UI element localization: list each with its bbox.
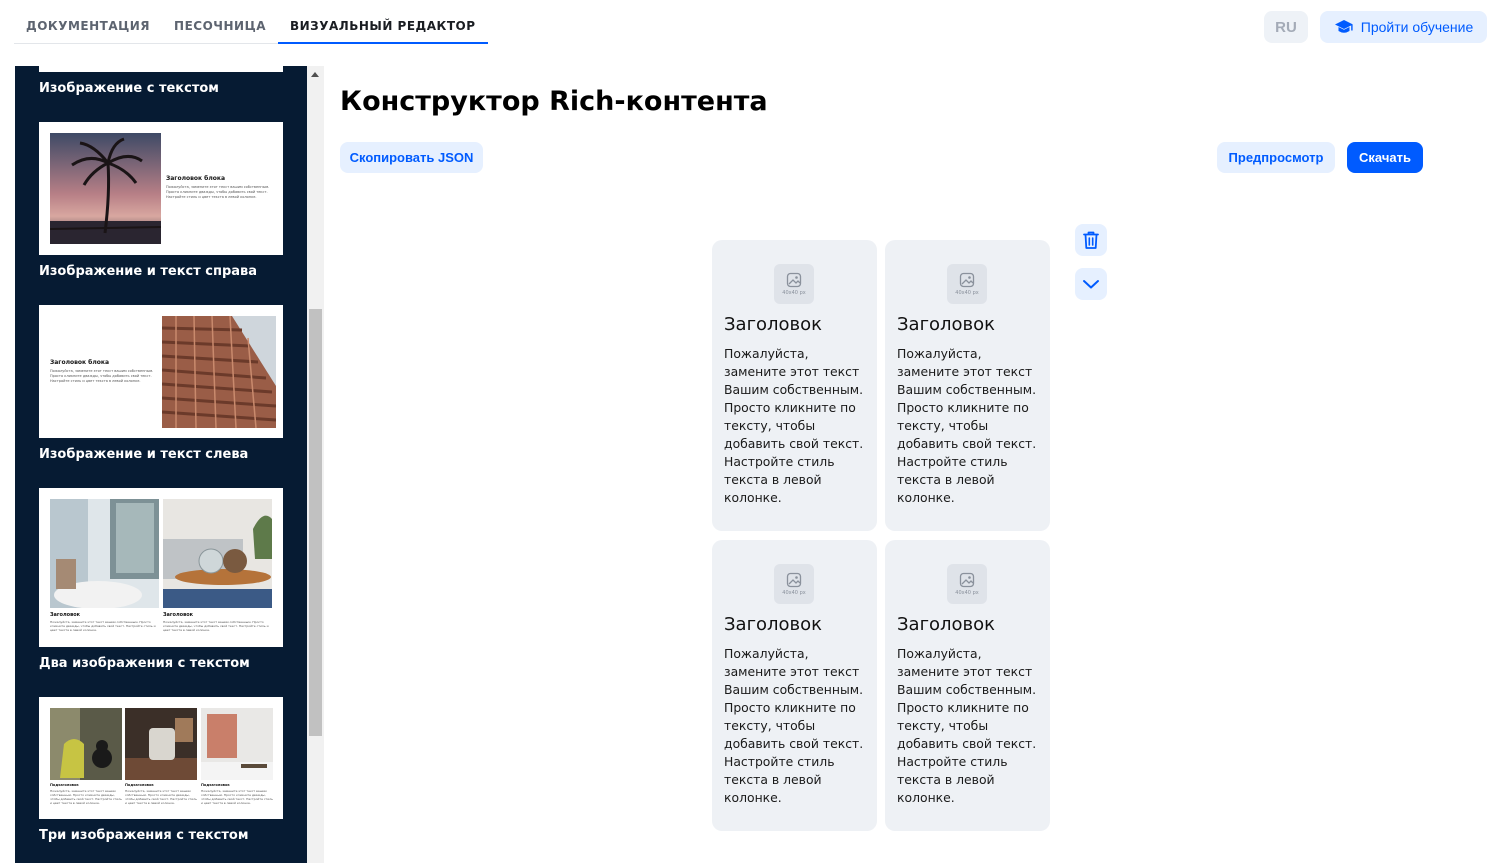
learn-button-label: Пройти обучение bbox=[1360, 19, 1474, 35]
tab-visual-editor[interactable]: ВИЗУАЛЬНЫЙ РЕДАКТОР bbox=[277, 0, 488, 44]
image-icon bbox=[959, 572, 975, 588]
image-placeholder[interactable]: 40x40 px bbox=[947, 264, 987, 304]
copy-json-button[interactable]: Скопировать JSON bbox=[340, 142, 483, 173]
content-card[interactable]: 40x40 px Заголовок Пожалуйста, замените … bbox=[885, 240, 1050, 531]
image-size-caption: 40x40 px bbox=[955, 590, 979, 596]
template-label[interactable]: Изображение с текстом bbox=[39, 81, 219, 96]
image-size-caption: 40x40 px bbox=[782, 590, 806, 596]
card-heading[interactable]: Заголовок bbox=[897, 614, 995, 635]
download-button[interactable]: Скачать bbox=[1347, 142, 1423, 173]
mini-item-text: Пожалуйста, замените этот текст вашим со… bbox=[125, 789, 197, 805]
living-room-image bbox=[163, 499, 272, 608]
trash-icon bbox=[1083, 231, 1099, 249]
learn-button[interactable]: Пройти обучение bbox=[1320, 11, 1487, 43]
template-thumb-three-images[interactable]: Подзаголовок Пожалуйста, замените этот т… bbox=[39, 697, 283, 819]
delete-block-button[interactable] bbox=[1075, 224, 1107, 256]
nav-tabs: ДОКУМЕНТАЦИЯ ПЕСОЧНИЦА ВИЗУАЛЬНЫЙ РЕДАКТ… bbox=[14, 0, 488, 44]
template-thumb-two-images[interactable]: Заголовок Пожалуйста, замените этот текс… bbox=[39, 488, 283, 647]
graduation-cap-icon bbox=[1334, 20, 1353, 33]
language-button[interactable]: RU bbox=[1264, 11, 1308, 43]
image-icon bbox=[959, 272, 975, 288]
template-label[interactable]: Два изображения с текстом bbox=[39, 656, 250, 671]
card-heading[interactable]: Заголовок bbox=[897, 314, 995, 335]
tab-sandbox[interactable]: ПЕСОЧНИЦА bbox=[162, 0, 278, 43]
mini-item-title: Заголовок bbox=[163, 612, 194, 618]
mini-item-title: Подзаголовок bbox=[125, 783, 154, 787]
mini-item-title: Подзаголовок bbox=[201, 783, 230, 787]
sidebar-scrollbar[interactable] bbox=[307, 66, 324, 863]
card-text[interactable]: Пожалуйста, замените этот текст Вашим со… bbox=[897, 345, 1042, 507]
mini-item-text: Пожалуйста, замените этот текст вашим со… bbox=[50, 789, 122, 805]
image-icon bbox=[786, 572, 802, 588]
card-heading[interactable]: Заголовок bbox=[724, 314, 822, 335]
content-card[interactable]: 40x40 px Заголовок Пожалуйста, замените … bbox=[712, 240, 877, 531]
image-placeholder[interactable]: 40x40 px bbox=[947, 564, 987, 604]
mini-block-text: Пожалуйста, замените этот текст вашим со… bbox=[166, 185, 270, 199]
template-label[interactable]: Изображение и текст справа bbox=[39, 264, 257, 279]
mini-item-title: Подзаголовок bbox=[50, 783, 79, 787]
preview-button[interactable]: Предпросмотр bbox=[1217, 142, 1335, 173]
mini-item-title: Заголовок bbox=[50, 612, 81, 618]
mini-block-text: Пожалуйста, замените этот текст вашим со… bbox=[50, 369, 154, 383]
mini-item-text: Пожалуйста, замените этот текст вашим со… bbox=[163, 620, 269, 632]
page-title: Конструктор Rich-контента bbox=[340, 86, 768, 117]
palm-sunset-image bbox=[50, 133, 161, 244]
building-image bbox=[162, 316, 276, 428]
card-heading[interactable]: Заголовок bbox=[724, 614, 822, 635]
mini-item-text: Пожалуйста, замените этот текст вашим со… bbox=[201, 789, 273, 805]
move-down-button[interactable] bbox=[1075, 268, 1107, 300]
template-label[interactable]: Три изображения с текстом bbox=[39, 828, 248, 843]
content-card[interactable]: 40x40 px Заголовок Пожалуйста, замените … bbox=[712, 540, 877, 831]
template-thumb-image-text-right[interactable]: Заголовок блока Пожалуйста, замените это… bbox=[39, 122, 283, 255]
template-label[interactable]: Изображение и текст слева bbox=[39, 447, 248, 462]
content-card[interactable]: 40x40 px Заголовок Пожалуйста, замените … bbox=[885, 540, 1050, 831]
template-sidebar: Изображение с текстом Заголовок блока По… bbox=[15, 66, 307, 863]
mini-block-title: Заголовок блока bbox=[166, 175, 225, 182]
template-thumb-image-text-left[interactable]: Заголовок блока Пожалуйста, замените это… bbox=[39, 305, 283, 438]
desk-image bbox=[201, 708, 273, 780]
card-text[interactable]: Пожалуйста, замените этот текст Вашим со… bbox=[724, 345, 869, 507]
mini-item-text: Пожалуйста, замените этот текст вашим со… bbox=[50, 620, 156, 632]
image-size-caption: 40x40 px bbox=[955, 290, 979, 296]
template-thumb-image-with-text[interactable] bbox=[39, 66, 283, 72]
scroll-up-arrow-icon[interactable] bbox=[311, 72, 319, 77]
image-icon bbox=[786, 272, 802, 288]
card-text[interactable]: Пожалуйста, замените этот текст Вашим со… bbox=[724, 645, 869, 807]
mini-block-title: Заголовок блока bbox=[50, 359, 109, 366]
cup-shelf-image bbox=[125, 708, 197, 780]
image-placeholder[interactable]: 40x40 px bbox=[774, 564, 814, 604]
top-bar: ДОКУМЕНТАЦИЯ ПЕСОЧНИЦА ВИЗУАЛЬНЫЙ РЕДАКТ… bbox=[0, 0, 1495, 60]
armchair-cat-image bbox=[50, 708, 122, 780]
card-text[interactable]: Пожалуйста, замените этот текст Вашим со… bbox=[897, 645, 1042, 807]
chevron-down-icon bbox=[1083, 280, 1099, 289]
tab-documentation[interactable]: ДОКУМЕНТАЦИЯ bbox=[14, 0, 162, 43]
bathroom-image bbox=[50, 499, 159, 608]
image-size-caption: 40x40 px bbox=[782, 290, 806, 296]
scrollbar-thumb[interactable] bbox=[309, 309, 322, 736]
image-placeholder[interactable]: 40x40 px bbox=[774, 264, 814, 304]
